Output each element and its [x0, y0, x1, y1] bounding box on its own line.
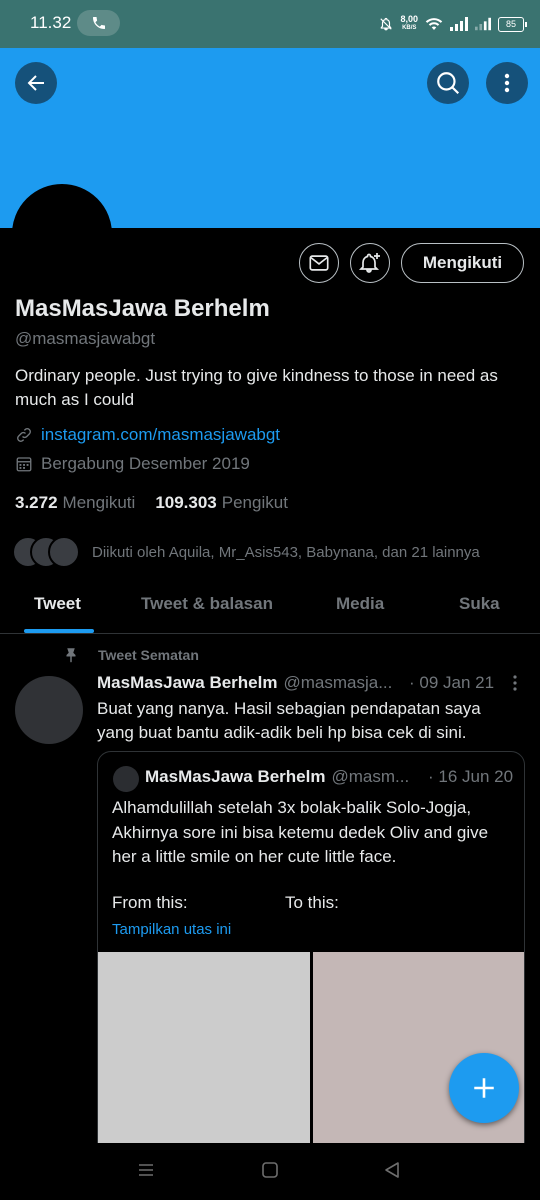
follow-stats: 3.272 Mengikuti 109.303 Pengikut [15, 493, 288, 513]
tweet-text: Buat yang nanya. Hasil sebagian pendapat… [97, 699, 481, 742]
call-indicator[interactable] [77, 10, 120, 36]
avatar [48, 536, 80, 568]
system-nav-bar [0, 1143, 540, 1200]
tab-likes[interactable]: Suka [459, 594, 500, 614]
tab-tweet-replies[interactable]: Tweet & balasan [141, 594, 273, 614]
following-stat[interactable]: 3.272 Mengikuti [15, 493, 135, 513]
profile-link-text[interactable]: instagram.com/masmasjawabgt [41, 425, 280, 445]
followed-by-text: Diikuti oleh Aquila, Mr_Asis543, Babynan… [92, 543, 480, 561]
net-speed: 8,00 KB/S [400, 14, 418, 32]
following-button[interactable]: Mengikuti [401, 243, 524, 283]
back-triangle-icon[interactable] [383, 1161, 401, 1179]
joined-text: Bergabung Desember 2019 [41, 454, 250, 473]
profile-website[interactable]: instagram.com/masmasjawabgt [15, 425, 280, 445]
more-options-button[interactable] [486, 62, 528, 104]
profile-handle: @masmasjawabgt [15, 329, 156, 348]
message-button[interactable] [299, 243, 339, 283]
battery-icon: 85 [498, 16, 527, 32]
bell-mute-icon [380, 17, 393, 31]
profile-tabs: Tweet Tweet & balasan Media Suka [0, 580, 540, 634]
quoted-tweet[interactable]: MasMasJawa Berhelm @masm... · 16 Jun 20 A… [97, 751, 525, 1200]
compose-tweet-button[interactable] [449, 1053, 519, 1123]
bell-plus-icon [358, 253, 380, 273]
tweet-author-handle: @masmasja... [283, 673, 393, 692]
link-icon [17, 428, 31, 442]
tweet-author-name[interactable]: MasMasJawa Berhelm [97, 673, 277, 692]
signal-icon [450, 17, 468, 31]
more-vertical-icon [504, 73, 510, 93]
mail-icon [309, 255, 329, 271]
profile-avatar[interactable] [12, 184, 112, 228]
calendar-icon [16, 457, 32, 472]
quote-text: Alhamdulillah setelah 3x bolak-balik Sol… [112, 798, 489, 866]
followed-by[interactable]: Diikuti oleh Aquila, Mr_Asis543, Babynan… [12, 536, 480, 568]
quote-date: · 16 Jun 20 [428, 767, 514, 786]
back-arrow-icon [27, 75, 44, 91]
quote-author-name: MasMasJawa Berhelm [145, 767, 326, 786]
show-thread-link[interactable]: Tampilkan utas ini [112, 921, 231, 938]
search-button[interactable] [427, 62, 469, 104]
search-icon [437, 72, 460, 95]
quote-header: MasMasJawa Berhelm @masm... · 16 Jun 20 [145, 767, 520, 787]
status-indicators: 8,00 KB/S 85 [379, 12, 527, 36]
status-time: 11.32 [30, 13, 72, 32]
pin-icon [66, 648, 76, 663]
pinned-label: Tweet Sematan [62, 646, 199, 664]
quote-from-label: From this: [112, 893, 188, 912]
followers-stat[interactable]: 109.303 Pengikut [155, 493, 288, 513]
phone-icon [92, 17, 105, 29]
profile-name: MasMasJawa Berhelm [15, 295, 270, 322]
tab-media[interactable]: Media [336, 594, 384, 614]
signal-icon-2 [475, 17, 491, 31]
home-square-icon[interactable] [261, 1161, 279, 1179]
tweet-header: MasMasJawa Berhelm @masmasja... · 09 Jan … [97, 673, 522, 693]
plus-icon [474, 1078, 494, 1098]
tab-tweet[interactable]: Tweet [34, 594, 81, 614]
quote-author-handle: @masm... [331, 767, 410, 786]
status-bar: 11.32 8,00 KB/S 85 [0, 0, 540, 48]
active-tab-indicator [24, 629, 94, 633]
tweet-date: · 09 Jan 21 [409, 673, 495, 692]
quote-to-label: To this: [285, 893, 339, 912]
profile-bio: Ordinary people. Just trying to give kin… [15, 366, 498, 409]
wifi-icon [425, 18, 443, 30]
tweet-more-button[interactable] [510, 674, 520, 697]
back-button[interactable] [15, 62, 57, 104]
profile-joined: Bergabung Desember 2019 [15, 454, 250, 474]
notify-button[interactable] [350, 243, 390, 283]
more-vertical-icon [513, 675, 517, 691]
tweet-avatar[interactable] [15, 676, 83, 744]
quote-avatar [113, 766, 139, 792]
menu-icon[interactable] [137, 1161, 155, 1179]
